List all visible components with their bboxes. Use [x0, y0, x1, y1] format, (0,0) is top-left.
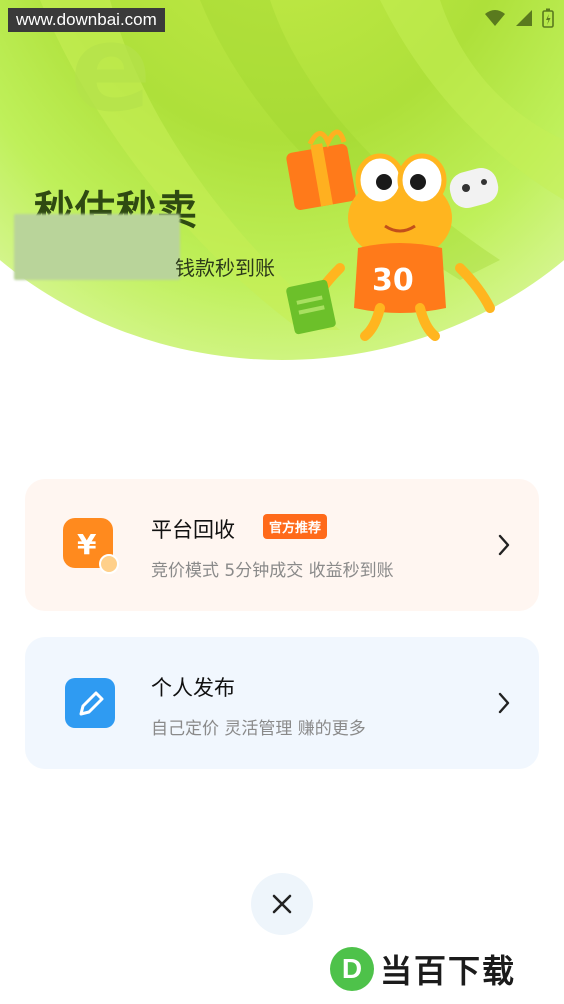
pencil-icon: [65, 678, 115, 728]
hero-subtitle: 钱款秒到账: [175, 256, 275, 280]
option-title: 平台回收: [151, 518, 235, 542]
platform-recycle-card[interactable]: ¥ 平台回收 官方推荐 竞价模式 5分钟成交 收益秒到账: [25, 479, 539, 611]
brand-text: 当百下载: [380, 952, 517, 990]
hero-banner: e www.downbai.com 秒估秒卖 钱款秒到账 30: [0, 0, 564, 400]
signal-icon: [516, 10, 532, 26]
status-bar-icons: [484, 8, 554, 28]
close-icon: [272, 894, 292, 914]
mascot-illustration: 30: [286, 129, 499, 341]
yen-icon: ¥: [63, 518, 119, 574]
option-description: 竞价模式 5分钟成交 收益秒到账: [151, 561, 394, 581]
gift-box-icon: [286, 129, 356, 210]
watermark: www.downbai.com: [8, 8, 165, 32]
chevron-right-icon: [498, 692, 510, 714]
personal-publish-card[interactable]: 个人发布 自己定价 灵活管理 赚的更多: [25, 637, 539, 769]
option-title: 个人发布: [151, 676, 235, 700]
wifi-icon: [485, 10, 505, 26]
close-button[interactable]: [251, 873, 313, 935]
svg-text:¥: ¥: [77, 528, 97, 561]
brand-logo: D: [330, 947, 374, 991]
official-recommend-badge: 官方推荐: [263, 514, 328, 539]
option-description: 自己定价 灵活管理 赚的更多: [151, 719, 366, 739]
mascot-number: 30: [372, 263, 414, 298]
brand-watermark: D 当百下载: [330, 946, 516, 992]
game-controller-icon: [449, 167, 499, 209]
battery-icon: [542, 8, 554, 28]
chevron-right-icon: [498, 534, 510, 556]
blurred-region: [14, 214, 180, 280]
